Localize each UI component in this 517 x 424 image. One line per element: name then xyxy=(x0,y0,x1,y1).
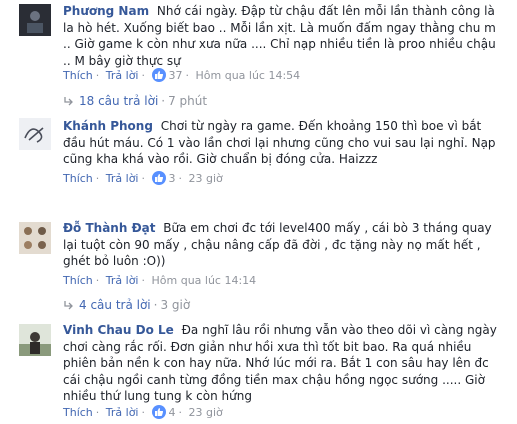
reply-button[interactable]: Trả lời xyxy=(106,172,139,185)
like-button[interactable]: Thích xyxy=(63,69,93,82)
like-button[interactable]: Thích xyxy=(63,172,93,185)
like-reaction-icon[interactable] xyxy=(151,171,166,185)
reply-button[interactable]: Trả lời xyxy=(106,274,139,287)
comment-time[interactable]: 23 giờ xyxy=(189,172,223,185)
comment-actions: Thích · Trả lời · 3 · 23 giờ xyxy=(63,171,223,185)
view-replies[interactable]: 4 câu trả lời · 3 giờ xyxy=(63,298,190,314)
like-button[interactable]: Thích xyxy=(63,406,93,419)
reaction-count[interactable]: 4 xyxy=(169,406,176,419)
reaction-count[interactable]: 3 xyxy=(169,172,176,185)
reply-button[interactable]: Trả lời xyxy=(106,69,139,82)
comment-actions: Thích · Trả lời · 4 · 23 giờ xyxy=(63,405,223,419)
replies-count[interactable]: 4 câu trả lời xyxy=(79,298,151,312)
avatar[interactable] xyxy=(19,118,51,150)
comment-actions: Thích · Trả lời · 37 · Hôm qua lúc 14:54 xyxy=(63,68,301,82)
comment-actions: Thích · Trả lời · Hôm qua lúc 14:14 xyxy=(63,274,257,287)
view-replies[interactable]: 18 câu trả lời · 7 phút xyxy=(63,94,207,110)
reply-arrow-icon xyxy=(63,300,74,314)
comment-body: Đỗ Thành Đạt Bữa em chơi đc tới level400… xyxy=(63,220,503,270)
reply-arrow-icon xyxy=(63,96,74,110)
comment-author[interactable]: Vinh Chau Do Le xyxy=(63,323,174,337)
comment-author[interactable]: Khánh Phong xyxy=(63,119,153,133)
comment-body: Phương Nam Nhớ cái ngày. Đập từ chậu đất… xyxy=(63,3,503,69)
like-reaction-icon[interactable] xyxy=(151,405,166,419)
replies-time: 7 phút xyxy=(168,94,208,108)
comment-time[interactable]: 23 giờ xyxy=(189,406,223,419)
avatar[interactable] xyxy=(19,324,51,356)
reply-button[interactable]: Trả lời xyxy=(106,406,139,419)
comment-body: Vinh Chau Do Le Đa nghĩ lâu rồi nhưng vẫ… xyxy=(63,322,503,405)
comment-time[interactable]: Hôm qua lúc 14:54 xyxy=(196,69,301,82)
reaction-count[interactable]: 37 xyxy=(169,69,183,82)
avatar[interactable] xyxy=(19,4,51,36)
comment-author[interactable]: Phương Nam xyxy=(63,4,149,18)
comment-time[interactable]: Hôm qua lúc 14:14 xyxy=(152,274,257,287)
comment-author[interactable]: Đỗ Thành Đạt xyxy=(63,221,155,235)
like-button[interactable]: Thích xyxy=(63,274,93,287)
avatar[interactable] xyxy=(19,222,51,254)
comment-body: Khánh Phong Chơi từ ngày ra game. Đến kh… xyxy=(63,118,503,168)
replies-count[interactable]: 18 câu trả lời xyxy=(79,94,158,108)
like-reaction-icon[interactable] xyxy=(151,68,166,82)
replies-time: 3 giờ xyxy=(160,298,191,312)
